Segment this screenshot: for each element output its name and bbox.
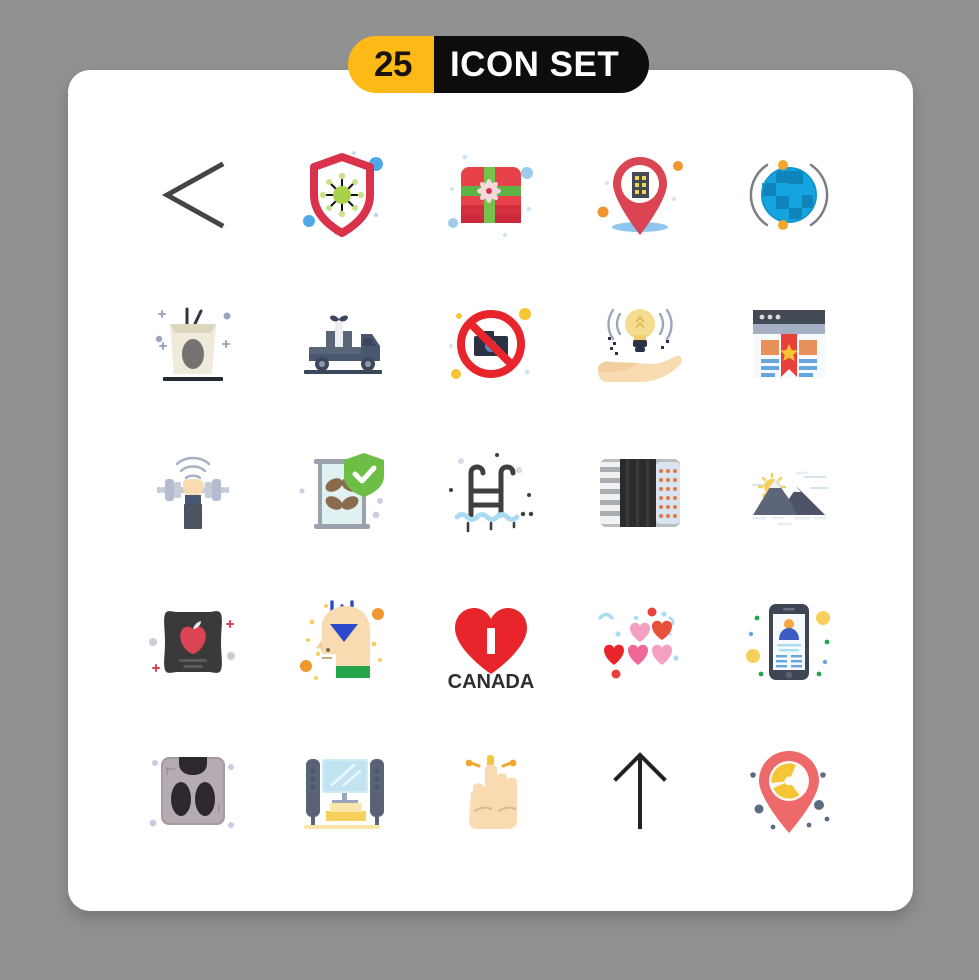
i-love-canada-icon: CANADA: [447, 607, 534, 692]
icon-cell-location-building[interactable]: [565, 120, 714, 269]
tap-gesture-icon: [465, 754, 517, 829]
arrow-up-icon: [612, 751, 667, 829]
icon-cell-noodle-box[interactable]: [118, 269, 267, 418]
icon-cell-apple-bag[interactable]: [118, 567, 267, 716]
home-theater-icon: [303, 758, 384, 829]
hourglass-shield-icon: [298, 452, 384, 529]
icon-set-poster: 25 ICON SET CANADA: [0, 0, 979, 980]
icon-cell-virus-shield[interactable]: [267, 120, 416, 269]
knowledge-head-icon: [299, 599, 384, 680]
icon-cell-gift-box[interactable]: [416, 120, 565, 269]
weight-lifting-icon: [156, 456, 229, 529]
radiation-location-icon: [749, 750, 829, 833]
page-title: ICON SET: [433, 36, 650, 93]
icon-cell-hourglass-shield[interactable]: [267, 418, 416, 567]
icon-cell-weight-lifting[interactable]: [118, 418, 267, 567]
location-building-icon: [597, 156, 683, 235]
icon-cell-accordion[interactable]: [565, 418, 714, 567]
icon-count: 25: [348, 36, 434, 93]
pool-ladder-icon: [448, 452, 533, 532]
gift-delivery-truck-icon: [303, 314, 382, 374]
globe-orbit-icon: [749, 159, 828, 230]
icon-cell-no-photo[interactable]: [416, 269, 565, 418]
icon-cell-pool-ladder[interactable]: [416, 418, 565, 567]
icon-cell-arrow-up[interactable]: [565, 716, 714, 865]
hearts-confetti-icon: [597, 607, 679, 678]
icon-cell-home-theater[interactable]: [267, 716, 416, 865]
icon-cell-weight-scale[interactable]: [118, 716, 267, 865]
bookmark-page-icon: [752, 309, 825, 378]
mountain-sun-icon: [751, 471, 828, 525]
no-photo-icon: [448, 307, 531, 379]
icon-cell-mobile-profile[interactable]: [714, 567, 863, 716]
icon-cell-radiation-location[interactable]: [714, 716, 863, 865]
icon-grid: CANADA: [118, 120, 863, 865]
mobile-profile-icon: [745, 603, 830, 680]
apple-bag-icon: [148, 610, 235, 673]
icon-cell-knowledge-head[interactable]: [267, 567, 416, 716]
icon-cell-mountain-sun[interactable]: [714, 418, 863, 567]
weight-scale-icon: [149, 756, 234, 828]
icon-cell-gift-delivery-truck[interactable]: [267, 269, 416, 418]
header-badge: 25 ICON SET: [348, 36, 650, 93]
icon-cell-hearts-confetti[interactable]: [565, 567, 714, 716]
canada-label: CANADA: [447, 671, 534, 692]
icon-cell-tap-gesture[interactable]: [416, 716, 565, 865]
noodle-box-icon: [155, 307, 230, 381]
virus-shield-icon: [302, 150, 383, 237]
icon-cell-globe-orbit[interactable]: [714, 120, 863, 269]
icon-cell-i-love-canada[interactable]: CANADA: [416, 567, 565, 716]
icon-cell-chevron-left[interactable]: [118, 120, 267, 269]
idea-in-hand-icon: [597, 308, 682, 382]
gift-box-icon: [447, 154, 533, 237]
accordion-icon: [599, 458, 680, 527]
icon-cell-bookmark-page[interactable]: [714, 269, 863, 418]
chevron-left-icon: [161, 161, 224, 228]
icon-cell-idea-in-hand[interactable]: [565, 269, 714, 418]
